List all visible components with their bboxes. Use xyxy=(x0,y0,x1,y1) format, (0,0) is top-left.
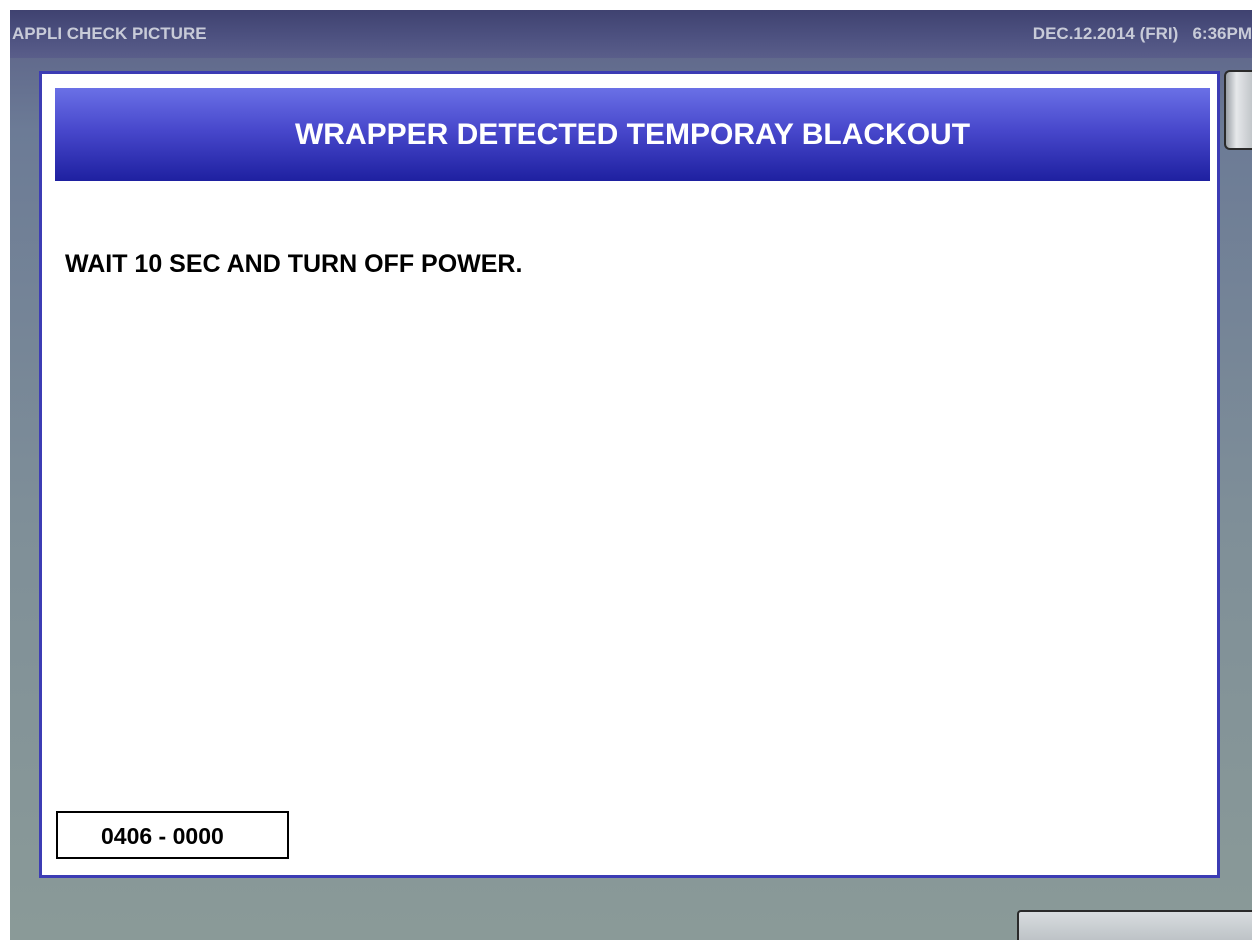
error-dialog: WRAPPER DETECTED TEMPORAY BLACKOUT WAIT … xyxy=(39,71,1220,878)
touch-screen: APPLI CHECK PICTURE DEC.12.2014 (FRI) 6:… xyxy=(10,10,1252,940)
error-code: 0406 - 0000 xyxy=(101,823,224,849)
bottom-action-button[interactable] xyxy=(1017,910,1252,940)
dialog-header: WRAPPER DETECTED TEMPORAY BLACKOUT xyxy=(55,88,1210,181)
error-code-box: 0406 - 0000 xyxy=(56,811,289,859)
date-time-display: DEC.12.2014 (FRI) 6:36PM xyxy=(1032,24,1252,43)
scrollbar-thumb[interactable] xyxy=(1224,70,1252,150)
dialog-title: WRAPPER DETECTED TEMPORAY BLACKOUT xyxy=(294,118,971,151)
scrollbar-track[interactable] xyxy=(1224,70,1252,878)
title-bar: APPLI CHECK PICTURE DEC.12.2014 (FRI) 6:… xyxy=(10,10,1252,58)
dialog-message: WAIT 10 SEC AND TURN OFF POWER. xyxy=(65,250,523,278)
app-title: APPLI CHECK PICTURE xyxy=(12,24,207,43)
